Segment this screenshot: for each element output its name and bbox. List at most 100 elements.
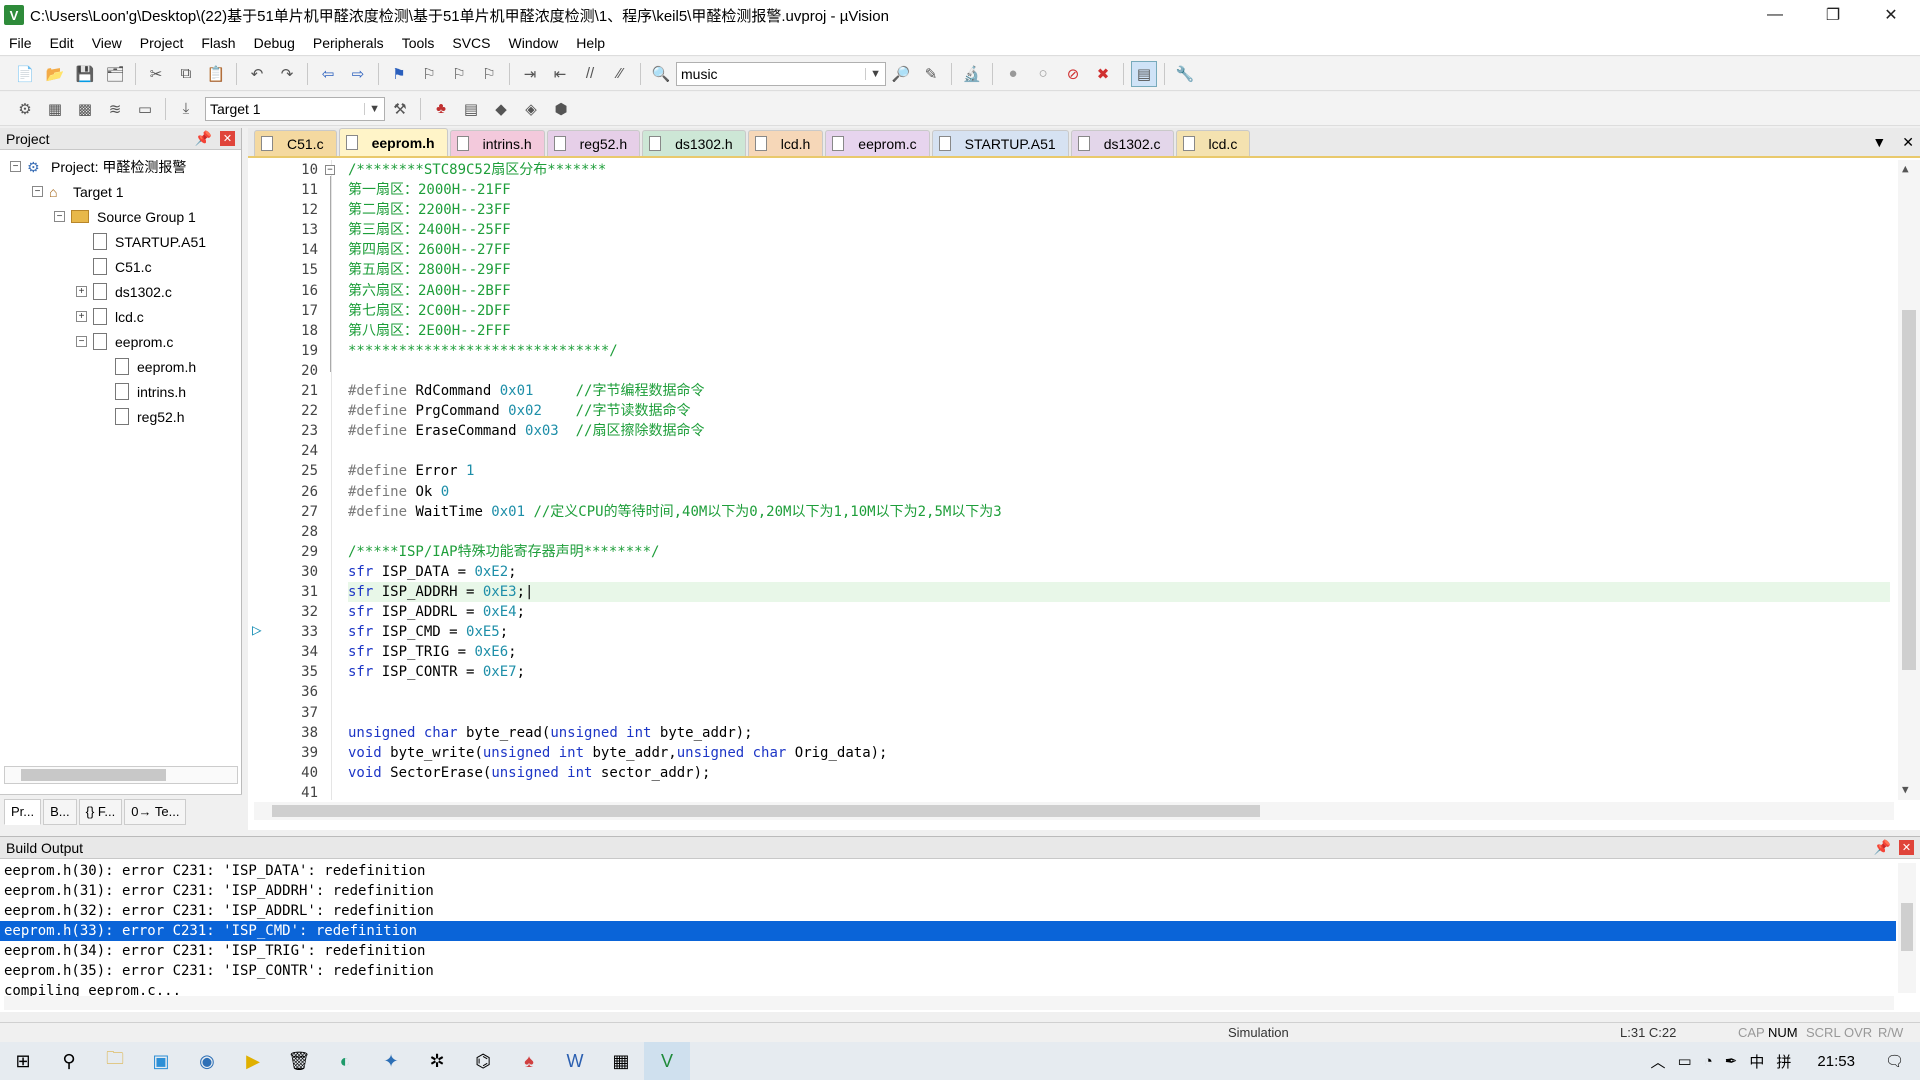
scroll-up-icon[interactable]: ▲ <box>1902 162 1909 175</box>
code-line[interactable]: sfr ISP_ADDRL = 0xE4; <box>348 602 1890 622</box>
manage-project-items-icon[interactable]: ♣ <box>428 96 454 122</box>
close-window-button[interactable]: ✕ <box>1862 0 1920 30</box>
file-tab[interactable]: eeprom.h <box>338 128 448 156</box>
chevron-down-icon[interactable]: ▼ <box>364 102 380 115</box>
tree-item[interactable]: + ds1302.c <box>0 279 241 304</box>
file-tab[interactable]: lcd.c <box>1175 130 1251 156</box>
keil-uvision-taskbar-icon[interactable]: V <box>644 1042 690 1080</box>
capture-tool-icon[interactable]: ✲ <box>414 1042 460 1080</box>
insert-breakpoint-icon[interactable]: ● <box>1000 61 1026 87</box>
scroll-thumb[interactable] <box>1902 310 1916 670</box>
comment-icon[interactable]: // <box>577 61 603 87</box>
menu-project[interactable]: Project <box>131 30 193 56</box>
browser-icon[interactable]: ◉ <box>184 1042 230 1080</box>
navigate-forward-icon[interactable]: ⇨ <box>345 61 371 87</box>
tree-item[interactable]: − eeprom.c <box>0 329 241 354</box>
undo-icon[interactable]: ↶ <box>244 61 270 87</box>
restore-button[interactable]: ❐ <box>1804 0 1862 30</box>
code-line[interactable]: #define Error 1 <box>348 461 1890 481</box>
edge-browser-icon[interactable]: ◐ <box>322 1042 368 1080</box>
app-shortcut-icon[interactable]: ✦ <box>368 1042 414 1080</box>
configure-wrench-icon[interactable]: 🔧 <box>1172 61 1198 87</box>
tree-item[interactable]: − ⌂ Target 1 <box>0 179 241 204</box>
tab-list-dropdown-icon[interactable]: ▼ <box>1872 134 1886 151</box>
build-output-line[interactable]: eeprom.h(31): error C231: 'ISP_ADDRH': r… <box>4 881 1920 901</box>
code-line[interactable]: unsigned char byte_read(unsigned int byt… <box>348 723 1890 743</box>
code-lines[interactable]: /********STC89C52扇区分布******* 第一扇区：2000H--… <box>348 160 1890 803</box>
incremental-find-icon[interactable]: ✎ <box>918 61 944 87</box>
batch-build-icon[interactable]: ≋ <box>102 96 128 122</box>
find-in-files-icon[interactable]: 🔍 <box>648 61 674 87</box>
code-line[interactable]: *******************************/ <box>348 341 1890 361</box>
target-combo[interactable]: Target 1 ▼ <box>205 96 385 121</box>
tab-functions[interactable]: {} F... <box>78 798 123 825</box>
unindent-icon[interactable]: ⇤ <box>547 61 573 87</box>
tree-item[interactable]: − Source Group 1 <box>0 204 241 229</box>
file-tab[interactable]: intrins.h <box>449 130 545 156</box>
code-line[interactable]: void byte_write(unsigned int byte_addr,u… <box>348 743 1890 763</box>
file-tab[interactable]: eeprom.c <box>825 130 930 156</box>
tree-item[interactable]: C51.c <box>0 254 241 279</box>
project-hscrollbar[interactable] <box>4 766 238 784</box>
close-panel-icon[interactable]: ✕ <box>220 131 235 146</box>
editor-hscrollbar[interactable] <box>254 802 1894 820</box>
code-line[interactable]: sfr ISP_TRIG = 0xE6; <box>348 642 1890 662</box>
menu-help[interactable]: Help <box>567 30 614 56</box>
tree-item[interactable]: intrins.h <box>0 379 241 404</box>
build-output-line[interactable]: eeprom.h(33): error C231: 'ISP_CMD': red… <box>0 921 1896 941</box>
code-line[interactable]: sfr ISP_DATA = 0xE2; <box>348 562 1890 582</box>
ime-language[interactable]: 中 <box>1749 1051 1764 1072</box>
media-player-icon[interactable]: ▶ <box>230 1042 276 1080</box>
bookmark-toggle-icon[interactable]: ⚑ <box>386 61 412 87</box>
fold-collapse-icon[interactable]: − <box>325 165 335 175</box>
bookmark-next-icon[interactable]: ⚐ <box>446 61 472 87</box>
file-tab[interactable]: STARTUP.A51 <box>931 130 1069 156</box>
code-line[interactable]: #define Ok 0 <box>348 482 1890 502</box>
collapse-icon[interactable]: − <box>10 161 21 172</box>
build-output-hscrollbar[interactable] <box>4 996 1894 1010</box>
circuit-app-icon[interactable]: ♠ <box>506 1042 552 1080</box>
paste-icon[interactable]: 📋 <box>203 61 229 87</box>
code-line[interactable]: 第一扇区：2000H--21FF <box>348 180 1890 200</box>
disable-breakpoints-icon[interactable]: ⊘ <box>1060 61 1086 87</box>
notification-icon[interactable]: 🗨 <box>1885 1052 1904 1070</box>
code-line[interactable]: 第四扇区：2600H--27FF <box>348 240 1890 260</box>
code-line[interactable]: /*****ISP/IAP特殊功能寄存器声明********/ <box>348 542 1890 562</box>
build-output-line[interactable]: eeprom.h(35): error C231: 'ISP_CONTR': r… <box>4 961 1920 981</box>
find-icon[interactable]: 🔎 <box>888 61 914 87</box>
code-line[interactable]: #define PrgCommand 0x02 //字节读数据命令 <box>348 401 1890 421</box>
scroll-thumb[interactable] <box>272 805 1260 817</box>
build-output-vscrollbar[interactable] <box>1898 863 1916 993</box>
file-tab[interactable]: lcd.h <box>747 130 824 156</box>
code-line[interactable]: #define RdCommand 0x01 //字节编程数据命令 <box>348 381 1890 401</box>
new-file-icon[interactable]: 📄 <box>12 61 38 87</box>
tree-item[interactable]: eeprom.h <box>0 354 241 379</box>
tray-expand-icon[interactable]: ︿ <box>1651 1051 1666 1072</box>
pin-icon[interactable]: 📌 <box>1874 839 1891 856</box>
rebuild-icon[interactable]: ▩ <box>72 96 98 122</box>
download-load-icon[interactable]: ⤓ <box>173 96 199 122</box>
build-output-line[interactable]: eeprom.h(34): error C231: 'ISP_TRIG': re… <box>4 941 1920 961</box>
code-line[interactable]: 第三扇区：2400H--25FF <box>348 220 1890 240</box>
expand-icon[interactable]: + <box>76 286 87 297</box>
collapse-icon[interactable]: − <box>32 186 43 197</box>
menu-peripherals[interactable]: Peripherals <box>304 30 393 56</box>
code-line[interactable]: 第五扇区：2800H--29FF <box>348 260 1890 280</box>
save-all-icon[interactable]: 🗂 <box>102 61 128 87</box>
open-folder-icon[interactable]: 📂 <box>42 61 68 87</box>
scroll-thumb[interactable] <box>21 769 166 781</box>
code-line[interactable] <box>348 361 1890 381</box>
event-recorder-icon[interactable]: ⬢ <box>548 96 574 122</box>
code-line[interactable] <box>348 522 1890 542</box>
uncomment-icon[interactable]: ⁄⁄ <box>607 61 633 87</box>
search-icon[interactable]: ⚲ <box>46 1042 92 1080</box>
menu-flash[interactable]: Flash <box>192 30 244 56</box>
find-combo[interactable]: music ▼ <box>676 61 886 86</box>
cut-icon[interactable]: ✂ <box>143 61 169 87</box>
tab-books[interactable]: B... <box>43 798 77 825</box>
code-line[interactable]: sfr ISP_CONTR = 0xE7; <box>348 662 1890 682</box>
file-tab[interactable]: reg52.h <box>546 130 641 156</box>
pin-icon[interactable]: 📌 <box>195 130 212 147</box>
stop-build-icon[interactable]: ▭ <box>132 96 158 122</box>
indent-icon[interactable]: ⇥ <box>517 61 543 87</box>
